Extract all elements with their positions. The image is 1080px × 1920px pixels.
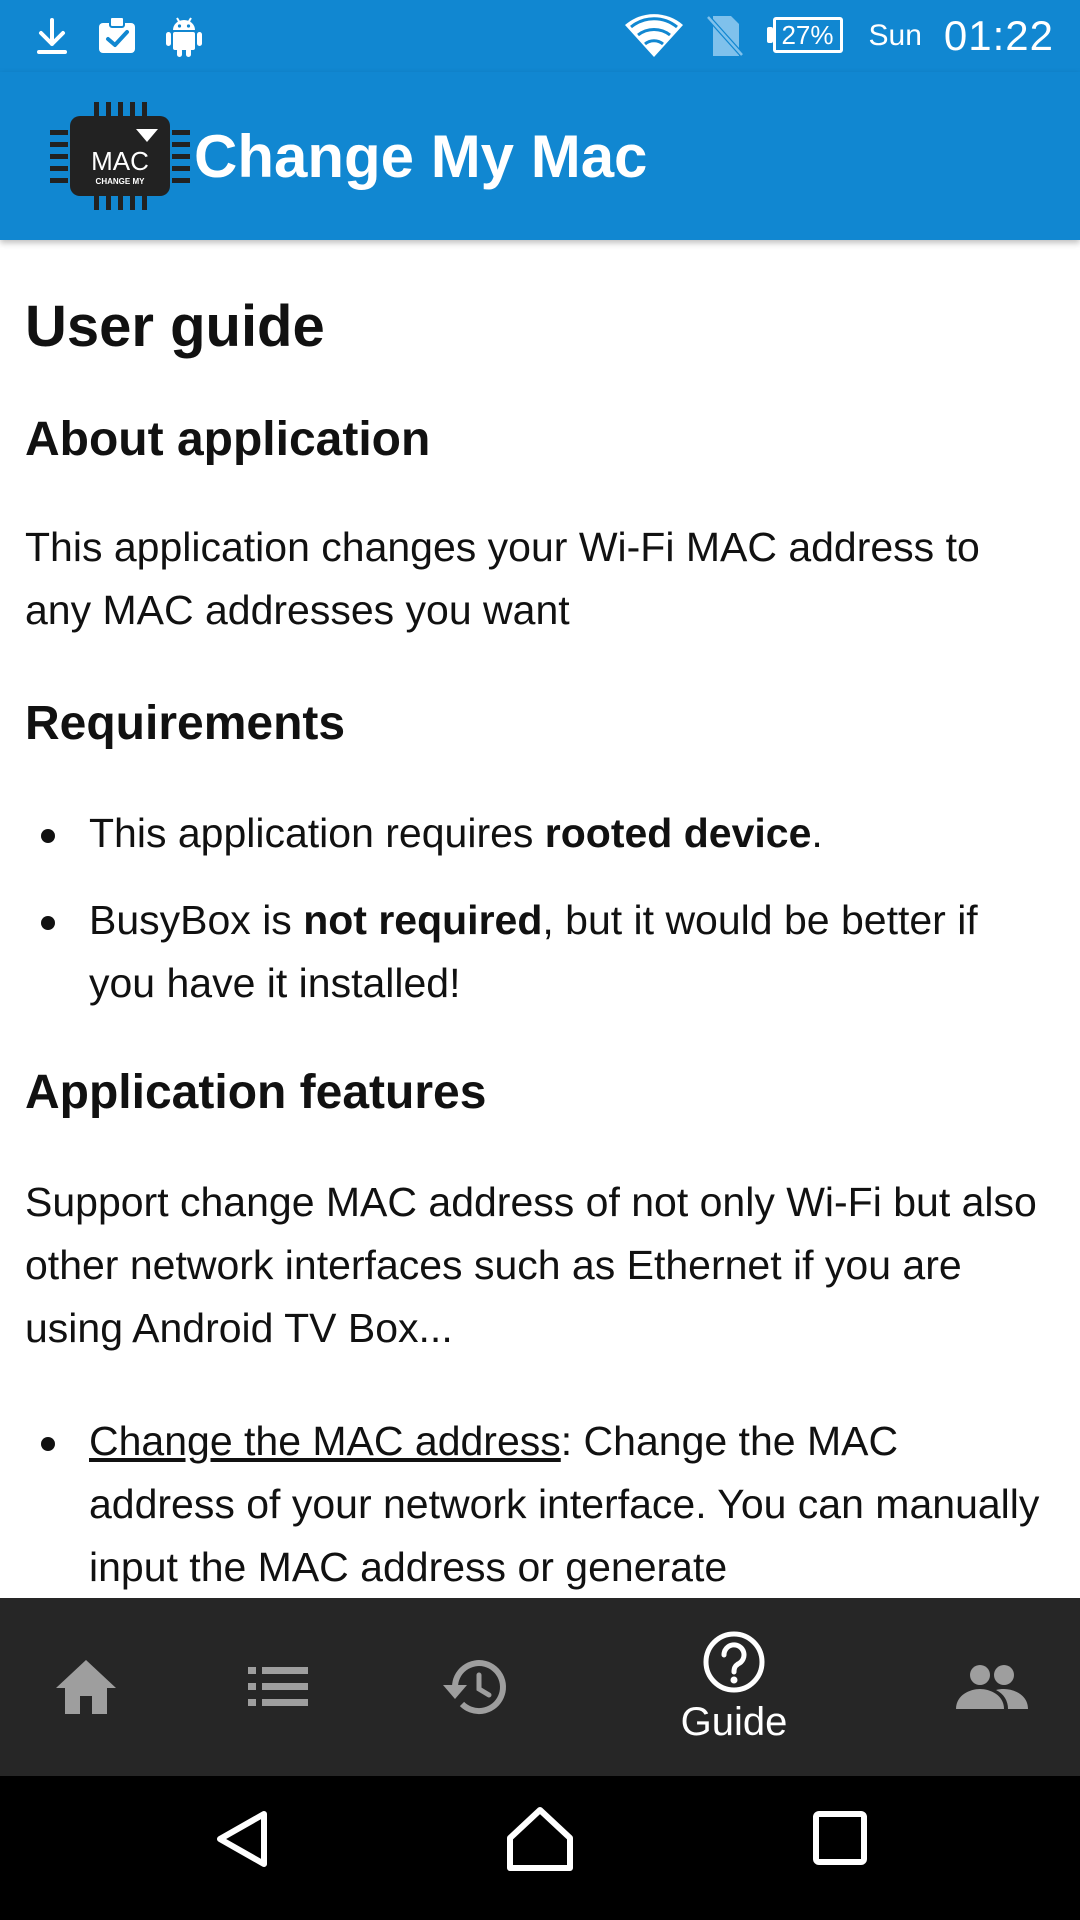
list-item: This application requires rooted device.: [25, 802, 1055, 865]
about-text: This application changes your Wi-Fi MAC …: [25, 524, 980, 633]
nav-home-button[interactable]: [505, 1804, 575, 1879]
tab-history[interactable]: [428, 1598, 520, 1776]
clipboard-check-icon: [96, 15, 138, 57]
requirements-heading: Requirements: [25, 697, 346, 750]
list-item: BusyBox is not required, but it would be…: [25, 889, 1055, 1015]
back-icon: [210, 1811, 276, 1876]
history-icon: [441, 1657, 507, 1717]
tab-guide-label: Guide: [680, 1699, 788, 1744]
wifi-icon: [624, 13, 683, 59]
home-outline-icon: [505, 1807, 575, 1878]
app-title: Change My Mac: [194, 122, 648, 190]
nav-recents-button[interactable]: [812, 1810, 868, 1871]
status-time: 01:22: [943, 12, 1054, 59]
features-text: Support change MAC address of not only W…: [25, 1179, 1037, 1351]
page-title: User guide: [25, 294, 325, 359]
bottom-tab-bar: Guide: [0, 1598, 1080, 1776]
app-bar: MAC CHANGE MY Change My Mac: [0, 72, 1080, 240]
recents-icon: [812, 1811, 868, 1870]
status-bar: 27% Sun 01:22: [0, 0, 1080, 72]
download-icon: [34, 16, 70, 56]
home-icon: [54, 1658, 118, 1716]
nav-back-button[interactable]: [210, 1806, 276, 1877]
people-icon: [956, 1663, 1028, 1711]
features-heading: Application features: [25, 1066, 487, 1119]
logo-text: MAC: [91, 146, 149, 176]
app-logo-icon: MAC CHANGE MY: [50, 86, 190, 226]
tab-home[interactable]: [40, 1598, 132, 1776]
guide-content[interactable]: User guide About application This applic…: [0, 240, 1080, 1598]
features-list: Change the MAC address: Change the MAC a…: [25, 1410, 1055, 1598]
tab-list[interactable]: [232, 1598, 324, 1776]
requirements-list: This application requires rooted device.…: [25, 802, 1055, 1015]
battery-percent: 27%: [781, 19, 834, 50]
logo-subtext: CHANGE MY: [96, 177, 146, 186]
tab-people[interactable]: [952, 1598, 1032, 1776]
about-heading: About application: [25, 413, 431, 466]
android-icon: [164, 14, 204, 58]
system-nav-bar: [0, 1776, 1080, 1920]
status-day: Sun: [868, 19, 922, 52]
list-icon: [248, 1665, 308, 1709]
tab-guide[interactable]: Guide: [664, 1598, 804, 1776]
no-sim-icon: [705, 14, 745, 58]
list-item: Change the MAC address: Change the MAC a…: [25, 1410, 1055, 1598]
help-circle-icon: [702, 1630, 766, 1694]
change-mac-link[interactable]: Change the MAC address: [89, 1418, 561, 1464]
battery-icon: 27%: [766, 17, 847, 55]
